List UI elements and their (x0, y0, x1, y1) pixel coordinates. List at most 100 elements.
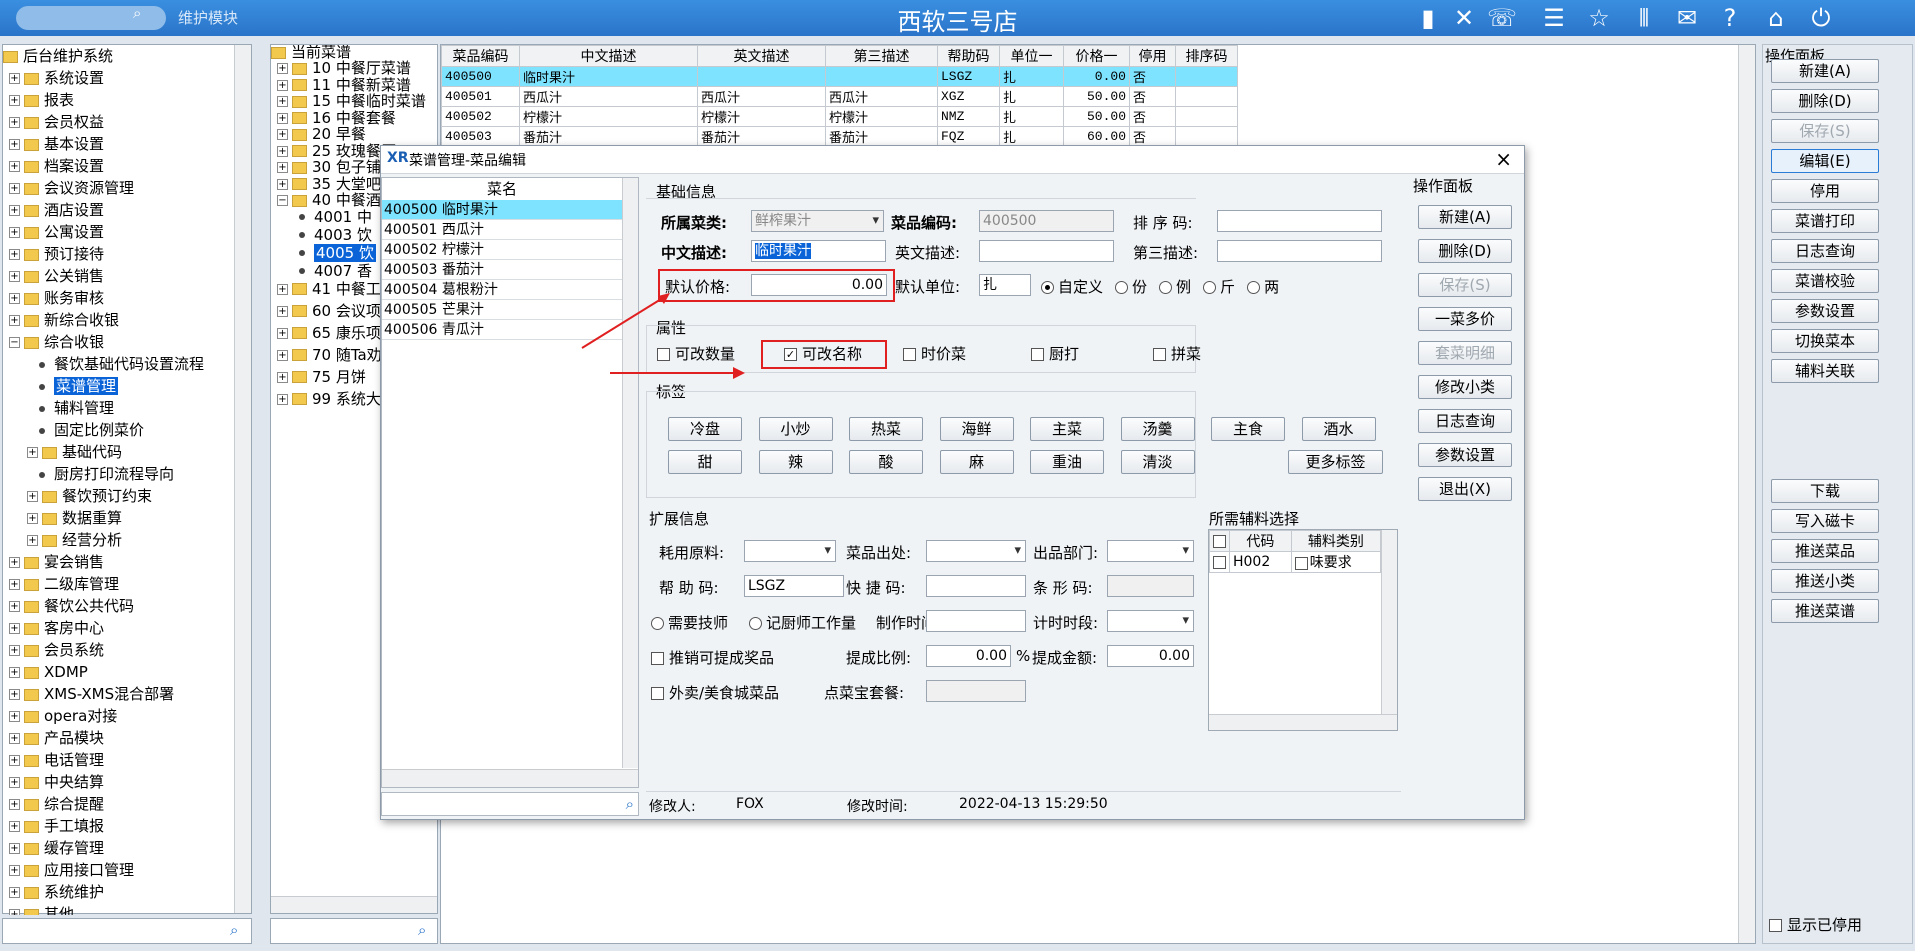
right-button[interactable]: 切换菜本 (1771, 329, 1879, 353)
search-icon[interactable]: ⌕ (230, 921, 238, 939)
power-icon[interactable]: ⏻ (1807, 4, 1835, 32)
tree-item[interactable]: − 综合收银 (9, 331, 104, 353)
tag-button[interactable]: 热菜 (849, 417, 923, 441)
expand-icon[interactable]: + (9, 557, 20, 568)
table-row[interactable]: 400502 柠檬汁 柠檬汁 柠檬汁 NMZ 扎 50.00 否 (441, 106, 1238, 127)
dialog-op-button[interactable]: 参数设置 (1418, 443, 1512, 467)
left-tree-scrollbar[interactable] (234, 45, 251, 913)
expand-icon[interactable]: + (9, 623, 20, 634)
combo-field[interactable] (926, 680, 1026, 702)
expand-icon[interactable]: + (277, 129, 288, 140)
signal-icon[interactable]: ▮ (1414, 4, 1442, 32)
grid-header[interactable]: 中文描述 (519, 45, 698, 67)
grid-header[interactable]: 英文描述 (697, 45, 826, 67)
menu-icon[interactable]: ☰ (1540, 4, 1568, 32)
star-icon[interactable]: ☆ (1585, 4, 1613, 32)
unit-radio[interactable]: 斤 (1203, 278, 1235, 296)
tree-child-item[interactable]: 菜谱管理 (35, 375, 119, 397)
more-tags-button[interactable]: 更多标签 (1288, 450, 1383, 474)
right-button[interactable]: 菜谱打印 (1771, 209, 1879, 233)
tag-button[interactable]: 酸 (849, 450, 923, 474)
expand-icon[interactable]: + (9, 645, 20, 656)
expand-icon[interactable]: + (27, 447, 38, 458)
tech-radio[interactable]: 需要技师 (651, 612, 728, 633)
right-button[interactable]: 新建(A) (1771, 59, 1879, 83)
grid-scrollbar[interactable] (1738, 45, 1755, 943)
home-icon[interactable]: ⌂ (1762, 4, 1790, 32)
tag-button[interactable]: 海鲜 (939, 417, 1014, 441)
dialog-op-button[interactable]: 套菜明细 (1418, 341, 1512, 365)
expand-icon[interactable]: + (9, 667, 20, 678)
expand-icon[interactable]: + (277, 305, 288, 317)
expand-icon[interactable]: + (9, 117, 20, 128)
tag-button[interactable]: 酒水 (1301, 417, 1376, 441)
attr-checkbox[interactable]: 时价菜 (903, 343, 966, 364)
expand-icon[interactable]: + (9, 205, 20, 216)
expand-icon[interactable]: + (277, 371, 288, 383)
expand-icon[interactable]: + (9, 887, 20, 898)
phone-icon[interactable]: ☏ (1487, 4, 1517, 32)
columns-icon[interactable]: ⦀ (1630, 4, 1658, 32)
tree-child-item[interactable]: + 基础代码 (27, 441, 122, 463)
tree-item[interactable]: + 综合提醒 (9, 793, 104, 815)
tree-item[interactable]: + 宴会销售 (9, 551, 104, 573)
list-item[interactable]: 400502 柠檬汁 (382, 240, 622, 260)
unit-radio[interactable]: 份 (1115, 278, 1147, 296)
menu-tree-item[interactable]: +65 康乐项 (277, 322, 381, 344)
tree-item[interactable]: + 手工填报 (9, 815, 104, 837)
dish-list-hscroll[interactable] (382, 769, 638, 787)
expand-icon[interactable]: + (9, 227, 20, 238)
tree-item[interactable]: + 报表 (9, 89, 74, 111)
dialog-op-button[interactable]: 退出(X) (1418, 477, 1512, 501)
grid-header[interactable]: 单位一 (999, 45, 1064, 67)
code-field[interactable]: 400500 (979, 210, 1114, 232)
aux-select-all[interactable] (1209, 530, 1230, 552)
menu-tree-item[interactable]: +99 系统大 (277, 388, 381, 410)
tree-item-root[interactable]: 后台维护系统 (3, 45, 113, 67)
quickcode-field[interactable] (926, 575, 1026, 597)
left-search-input[interactable] (2, 918, 252, 944)
tree-item[interactable]: + 餐饮公共代码 (9, 595, 134, 617)
right-button[interactable]: 参数设置 (1771, 299, 1879, 323)
expand-icon[interactable]: + (9, 733, 20, 744)
expand-icon[interactable]: + (9, 711, 20, 722)
dialog-op-button[interactable]: 新建(A) (1418, 205, 1512, 229)
tag-button[interactable]: 主食 (1211, 417, 1285, 441)
tree-child-item[interactable]: + 经营分析 (27, 529, 122, 551)
ratio-field[interactable]: 0.00 (926, 645, 1011, 667)
tree-item[interactable]: + opera对接 (9, 705, 117, 727)
tree-item[interactable]: + XDMP (9, 661, 88, 683)
help-icon[interactable]: ? (1716, 4, 1744, 32)
expand-icon[interactable]: + (9, 293, 20, 304)
list-item[interactable]: 400503 番茄汁 (382, 260, 622, 280)
expand-icon[interactable]: + (277, 393, 288, 405)
sort-field[interactable] (1217, 210, 1382, 232)
aux-scrollbar[interactable] (1381, 530, 1397, 714)
grid-header[interactable]: 第三描述 (825, 45, 938, 67)
attr-checkbox[interactable]: 厨打 (1031, 343, 1079, 364)
unit-radio[interactable]: 例 (1159, 278, 1191, 296)
barcode-field[interactable] (1107, 575, 1194, 597)
tree-item[interactable]: + 会议资源管理 (9, 177, 134, 199)
maketime-field[interactable] (926, 610, 1026, 632)
right-button[interactable]: 辅料关联 (1771, 359, 1879, 383)
right-button[interactable]: 推送菜谱 (1771, 599, 1879, 623)
tree-child-item[interactable]: + 数据重算 (27, 507, 122, 529)
expand-icon[interactable]: + (277, 327, 288, 339)
table-row[interactable]: 400501 西瓜汁 西瓜汁 西瓜汁 XGZ 扎 50.00 否 (441, 86, 1238, 107)
cn-desc-field[interactable]: 临时果汁 (751, 240, 886, 262)
right-button[interactable]: 删除(D) (1771, 89, 1879, 113)
dialog-op-button[interactable]: 日志查询 (1418, 409, 1512, 433)
list-item[interactable]: 400501 西瓜汁 (382, 220, 622, 240)
tree-item[interactable]: + 档案设置 (9, 155, 104, 177)
expand-icon[interactable]: + (9, 95, 20, 106)
right-button[interactable]: 写入磁卡 (1771, 509, 1879, 533)
search-icon[interactable]: ⌕ (418, 921, 426, 939)
expand-icon[interactable]: + (9, 249, 20, 260)
show-disabled-checkbox[interactable]: 显示已停用 (1769, 914, 1862, 935)
right-button[interactable]: 停用 (1771, 179, 1879, 203)
menu-tree-hscroll[interactable] (271, 896, 437, 913)
expand-icon[interactable]: + (277, 96, 288, 107)
expand-icon[interactable]: + (277, 162, 288, 173)
tree-item[interactable]: + XMS-XMS混合部署 (9, 683, 174, 705)
